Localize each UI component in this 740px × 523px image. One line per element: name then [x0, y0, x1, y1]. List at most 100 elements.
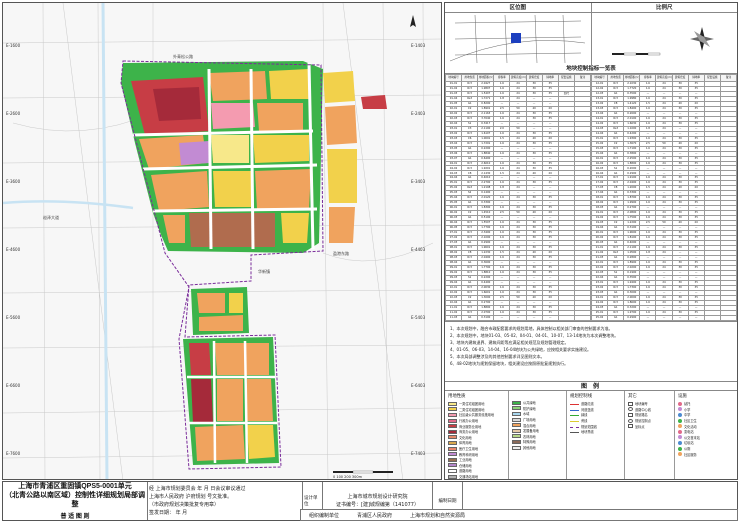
parcel-industrial[interactable] — [189, 213, 275, 247]
parcel-mixed[interactable] — [325, 105, 357, 145]
parcel-mixed[interactable] — [247, 379, 273, 421]
title-block-bottom: 组织编制单位 青浦区人民政府 上海市规划和自然资源局 — [300, 509, 738, 521]
coord-label: E-3403 — [411, 179, 426, 184]
parcel-commercial[interactable] — [189, 343, 211, 375]
note-line: 4、01-05、06-03、14-04、16-04地块为公共绿地，应按相关要求实… — [450, 347, 592, 352]
legend-symbol-icon — [678, 452, 682, 457]
coord-label: E-4403 — [411, 247, 426, 252]
notes: 1、本次规划中，融合市政配套要求的规划用地，具体控制以相关部门审查的控制要求为准… — [445, 322, 737, 382]
table-cell: — — [671, 314, 689, 322]
parcel-business[interactable] — [153, 87, 201, 121]
legend-label: 社区卫生 — [684, 419, 697, 424]
parcel-residential[interactable] — [323, 71, 355, 103]
table-header-cell: 绿地率 — [687, 74, 705, 82]
org-cert: 证书编号：[建]城规编第（141077） — [336, 502, 419, 508]
compass-icon — [592, 13, 737, 65]
approval-line: 经 上海市规划委员会 年 月 日会议审议通过 — [149, 486, 246, 492]
legend-symbol-icon — [678, 440, 682, 445]
note-line: 6、48-02地块为规划保留地块，相关建设应按照原批复规划执行。 — [450, 361, 569, 366]
coord-label: E-1600 — [6, 43, 21, 48]
parcel-public[interactable] — [211, 103, 255, 129]
legend-label: 特殊用地 — [523, 440, 536, 445]
legend-swatch — [448, 418, 457, 423]
legend-label: 教育科研用地 — [459, 452, 479, 457]
parcel-residential[interactable] — [247, 425, 275, 459]
table-row: 01-03 Rr3 1.5407 1.6 24 30 35 幼托 — [445, 90, 592, 97]
table-header-cell: 建筑高度(m) — [509, 74, 527, 82]
side-panel: 区位图 比例尺 地块控制指标一览表 地块编号 用地性质 用地面积(公 容积率 建… — [444, 2, 738, 480]
legend-label: 道路用地 — [459, 469, 472, 474]
parcel-mixed[interactable] — [255, 169, 311, 209]
table-header-cell: 备注 — [719, 74, 737, 82]
legend-label: 规划路名 — [635, 413, 648, 418]
legend-item: 社区服务 — [678, 451, 734, 457]
legend-symbol-icon — [678, 407, 682, 412]
map-panel[interactable]: E-1600 E-2600 E-3600 E-4600 E-5600 E-660… — [2, 2, 442, 480]
parcel-residential[interactable] — [269, 69, 309, 99]
legend-swatch — [448, 457, 457, 462]
parcel-residential[interactable] — [229, 293, 243, 313]
road-label: 外青松公路 — [173, 53, 193, 59]
legend-label: 中学 — [684, 413, 691, 418]
table-header-row: 地块编号用地性质用地面积(公顷)容积率建筑高度(m)建筑密度绿地率配套设施备注 — [590, 74, 737, 82]
locator-title: 区位图 — [445, 3, 592, 12]
coord-label: E-1403 — [411, 43, 426, 48]
parcel-mixed[interactable] — [215, 343, 269, 375]
parcel-residential[interactable] — [327, 149, 357, 203]
table-header-cell: 绿地率 — [541, 74, 559, 82]
legend-swatch — [512, 428, 521, 433]
table-header-cell: 用地面积(公顷) — [623, 74, 641, 82]
legend-label: 规划范围线 — [581, 424, 597, 429]
locator-map[interactable] — [445, 13, 592, 65]
legend-land-title: 用地性质 — [448, 394, 466, 399]
parcel-residential[interactable] — [211, 135, 249, 163]
parcel-commercial[interactable] — [361, 95, 387, 109]
parcel-mixed[interactable] — [257, 103, 303, 131]
legend-symbol-icon — [678, 412, 682, 417]
table-cell: 11-03 — [445, 314, 463, 322]
coord-label: E-7600 — [6, 451, 21, 456]
legend-swatch — [448, 474, 457, 479]
parcel-residential[interactable] — [281, 213, 309, 243]
parcel-mixed[interactable] — [195, 425, 245, 461]
approval-line: （市政府规划决策批复专用章） — [149, 502, 220, 508]
parcel-residential[interactable] — [253, 135, 309, 163]
legend-line-title: 规划控制线 — [570, 394, 592, 399]
parcel-education[interactable] — [179, 141, 209, 165]
legend-label: 垃圾站 — [684, 441, 694, 446]
legend-label: 坐标点 — [635, 424, 645, 429]
table-header-cell: 建筑密度 — [525, 74, 543, 82]
legend-symbol-icon — [678, 401, 682, 406]
legend-swatch — [448, 440, 457, 445]
parcel-business[interactable] — [191, 379, 213, 423]
locator-map-icon — [445, 13, 591, 65]
legend-swatch — [448, 429, 457, 434]
parcel-mixed[interactable] — [209, 71, 267, 101]
note-line: 2、本次规划中，地块01-03、05-02、04-01、04-01、10-07、… — [450, 333, 619, 338]
parcel-mixed[interactable] — [199, 315, 243, 331]
table-header-cell: 用地面积(公顷) — [477, 74, 495, 82]
land-use-map[interactable]: E-1600 E-2600 E-3600 E-4600 E-5600 E-660… — [3, 3, 442, 480]
parcel-mixed[interactable] — [197, 293, 225, 313]
legend-label: 二类住宅组团用地 — [459, 407, 485, 412]
parcel-mixed[interactable] — [151, 171, 209, 211]
coord-label: E-7403 — [411, 451, 426, 456]
approval-line: 签发日期： 年 月 — [149, 510, 188, 516]
parcel-residential[interactable] — [213, 171, 251, 207]
table-header-row: 地块编号用地性质用地面积(公顷)容积率建筑高度(m)建筑密度绿地率配套设施备注 — [445, 74, 592, 82]
parcel-mixed[interactable] — [217, 379, 243, 421]
plan-subtitle: 普 适 图 则 — [60, 514, 90, 520]
scale-title: 比例尺 — [655, 5, 673, 11]
legend-swatch — [448, 412, 457, 417]
coord-label: E-6600 — [6, 383, 21, 388]
legend-label: 行政办公用地 — [459, 419, 479, 424]
legend-swatch — [448, 424, 457, 429]
legend-label: 公厕 — [684, 447, 691, 452]
org-name: 上海市城市规划设计研究院 — [347, 494, 408, 500]
legend-swatch — [512, 411, 521, 416]
legend-label: 道路红线 — [581, 402, 594, 407]
parcel-mixed[interactable] — [329, 207, 355, 243]
table-header-cell: 备注 — [573, 74, 592, 82]
road-label: 盈港东路 — [333, 250, 349, 256]
legend-label: 变电站 — [684, 430, 694, 435]
